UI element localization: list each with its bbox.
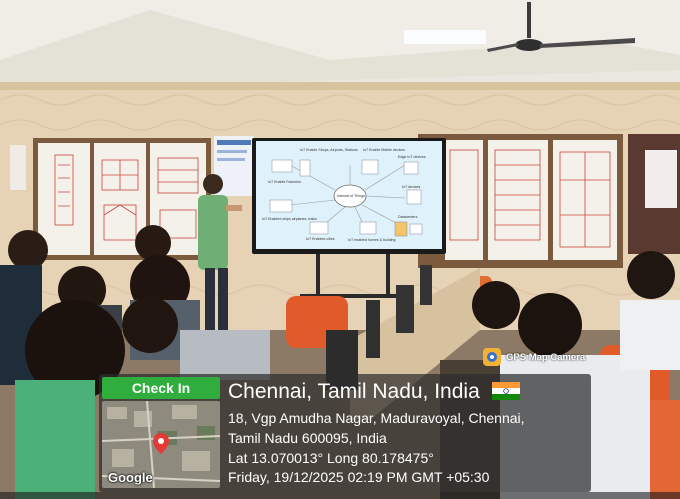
screen-label: IoT Enabled cities	[306, 237, 335, 241]
address-line-2: Tamil Nadu 600095, India	[228, 430, 387, 446]
coordinates: Lat 13.070013° Long 80.178475°	[228, 450, 434, 466]
mini-map: Google	[102, 401, 220, 488]
screen-label: Edge IoT devices	[398, 155, 426, 159]
screen-label: Internet of Things	[337, 194, 365, 198]
india-flag-icon	[491, 382, 520, 400]
google-watermark: Google	[108, 470, 153, 485]
datetime: Friday, 19/12/2025 02:19 PM GMT +05:30	[228, 469, 490, 485]
screen-label: IoT devices	[402, 185, 421, 189]
gps-map-camera-brand: GPS Map Camera	[483, 348, 585, 366]
screen-label: IoT Enabled ships airplanes, trains	[262, 217, 317, 221]
location-title-text: Chennai, Tamil Nadu, India	[228, 380, 480, 403]
camera-app-icon	[483, 348, 501, 366]
address-line-1: 18, Vgp Amudha Nagar, Maduravoyal, Chenn…	[228, 410, 525, 426]
check-in-badge: Check In	[102, 377, 220, 399]
location-title: Chennai, Tamil Nadu, India	[228, 380, 520, 404]
brand-name: GPS Map Camera	[506, 351, 586, 363]
screen-label: IoT enabled homes & building	[348, 238, 395, 242]
screen-label: IoT Enable Factories	[268, 180, 301, 184]
ceiling-light	[404, 30, 486, 44]
screen-label: IoT Enable Mobile devices	[363, 148, 405, 152]
photo-frame: IoT Enable Shops, Airports, Stations IoT…	[0, 0, 680, 499]
screen-label: IoT Enable Shops, Airports, Stations	[300, 148, 358, 152]
screen-label: Datacenters	[398, 215, 418, 219]
